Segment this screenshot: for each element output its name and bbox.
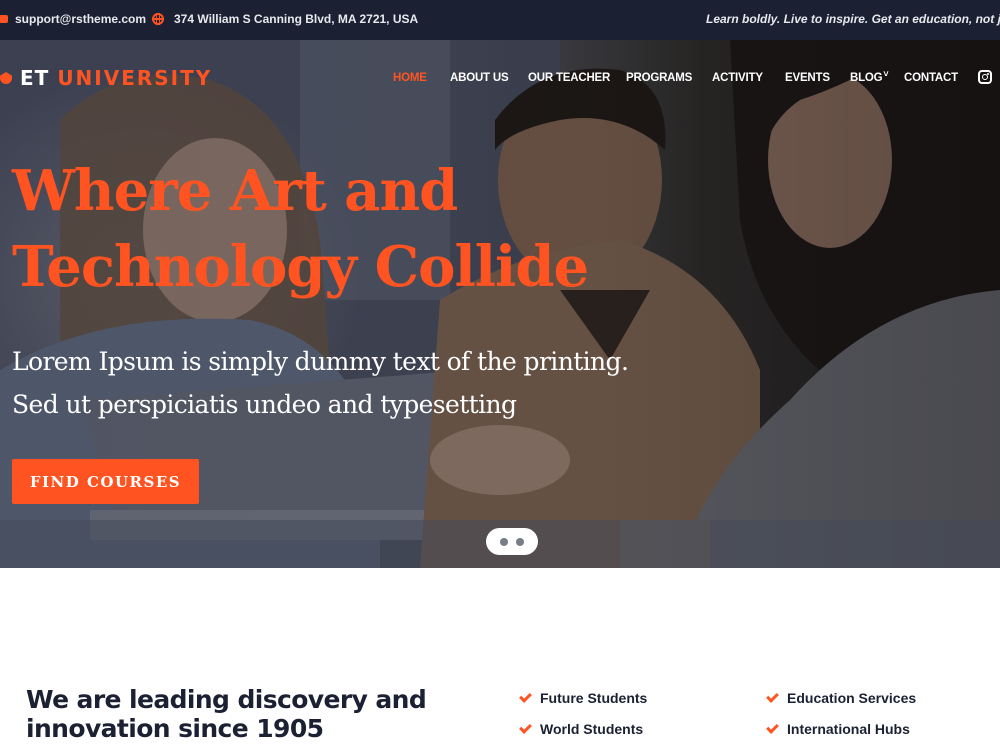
instagram-icon[interactable] bbox=[978, 70, 992, 84]
about-heading: We are leading discovery and innovation … bbox=[26, 685, 427, 743]
nav-activity[interactable]: ACTIVITY bbox=[712, 72, 763, 84]
hero-title-line-2: Technology Collide bbox=[12, 234, 589, 300]
checkmark-icon bbox=[766, 689, 779, 703]
checkmark-icon bbox=[766, 720, 779, 734]
feature-label: International Hubs bbox=[787, 721, 910, 737]
about-heading-line-1: We are leading discovery and bbox=[26, 685, 427, 714]
address-text: 374 William S Canning Blvd, MA 2721, USA bbox=[174, 12, 419, 26]
hero-title: Where Art and Technology Collide bbox=[12, 153, 589, 305]
main-nav: HOME ABOUT US OUR TEACHER PROGRAMS ACTIV… bbox=[0, 69, 1000, 88]
hero-slider: ET UNIVERSITY HOME ABOUT US OUR TEACHER … bbox=[0, 40, 1000, 568]
hero-title-line-1: Where Art and bbox=[12, 158, 458, 224]
feature-item: Future Students bbox=[519, 689, 648, 706]
hero-subtitle-line-1: Lorem Ipsum is simply dummy text of the … bbox=[12, 347, 629, 376]
feature-item: Education Services bbox=[766, 689, 917, 706]
feature-item: International Hubs bbox=[766, 720, 910, 737]
checkmark-icon bbox=[519, 689, 532, 703]
checkmark-icon bbox=[519, 720, 532, 734]
chevron-down-icon: ˅ bbox=[883, 69, 889, 79]
contact-address: 374 William S Canning Blvd, MA 2721, USA bbox=[152, 12, 418, 26]
hero-subtitle-line-2: Sed ut perspiciatis undeo and typesettin… bbox=[12, 390, 517, 419]
feature-label: Future Students bbox=[540, 690, 648, 706]
contact-email[interactable]: support@rstheme.com bbox=[0, 12, 146, 26]
slider-pagination bbox=[486, 528, 538, 555]
hero-subtitle: Lorem Ipsum is simply dummy text of the … bbox=[12, 340, 629, 426]
feature-item: World Students bbox=[519, 720, 644, 737]
nav-home[interactable]: HOME bbox=[393, 72, 427, 84]
feature-label: Education Services bbox=[787, 690, 917, 706]
nav-our-teacher[interactable]: OUR TEACHER bbox=[528, 72, 610, 84]
slider-dot-2[interactable] bbox=[516, 537, 524, 546]
nav-about-us[interactable]: ABOUT US bbox=[450, 72, 509, 84]
nav-contact[interactable]: CONTACT bbox=[904, 72, 958, 84]
slider-dot-1[interactable] bbox=[500, 537, 508, 546]
nav-events[interactable]: EVENTS bbox=[785, 72, 830, 84]
feature-label: World Students bbox=[540, 721, 644, 737]
nav-blog-label: BLOG bbox=[850, 72, 883, 84]
about-heading-line-2: innovation since 1905 bbox=[26, 714, 324, 743]
tagline: Learn boldly. Live to inspire. Get an ed… bbox=[706, 12, 1000, 26]
find-courses-button[interactable]: FIND COURSES bbox=[12, 459, 199, 504]
envelope-icon bbox=[0, 15, 8, 23]
nav-blog[interactable]: BLOG˅ bbox=[850, 69, 889, 84]
nav-programs[interactable]: PROGRAMS bbox=[626, 72, 692, 84]
top-bar: support@rstheme.com 374 William S Cannin… bbox=[0, 0, 1000, 40]
email-text[interactable]: support@rstheme.com bbox=[15, 12, 146, 26]
globe-icon bbox=[152, 13, 164, 25]
